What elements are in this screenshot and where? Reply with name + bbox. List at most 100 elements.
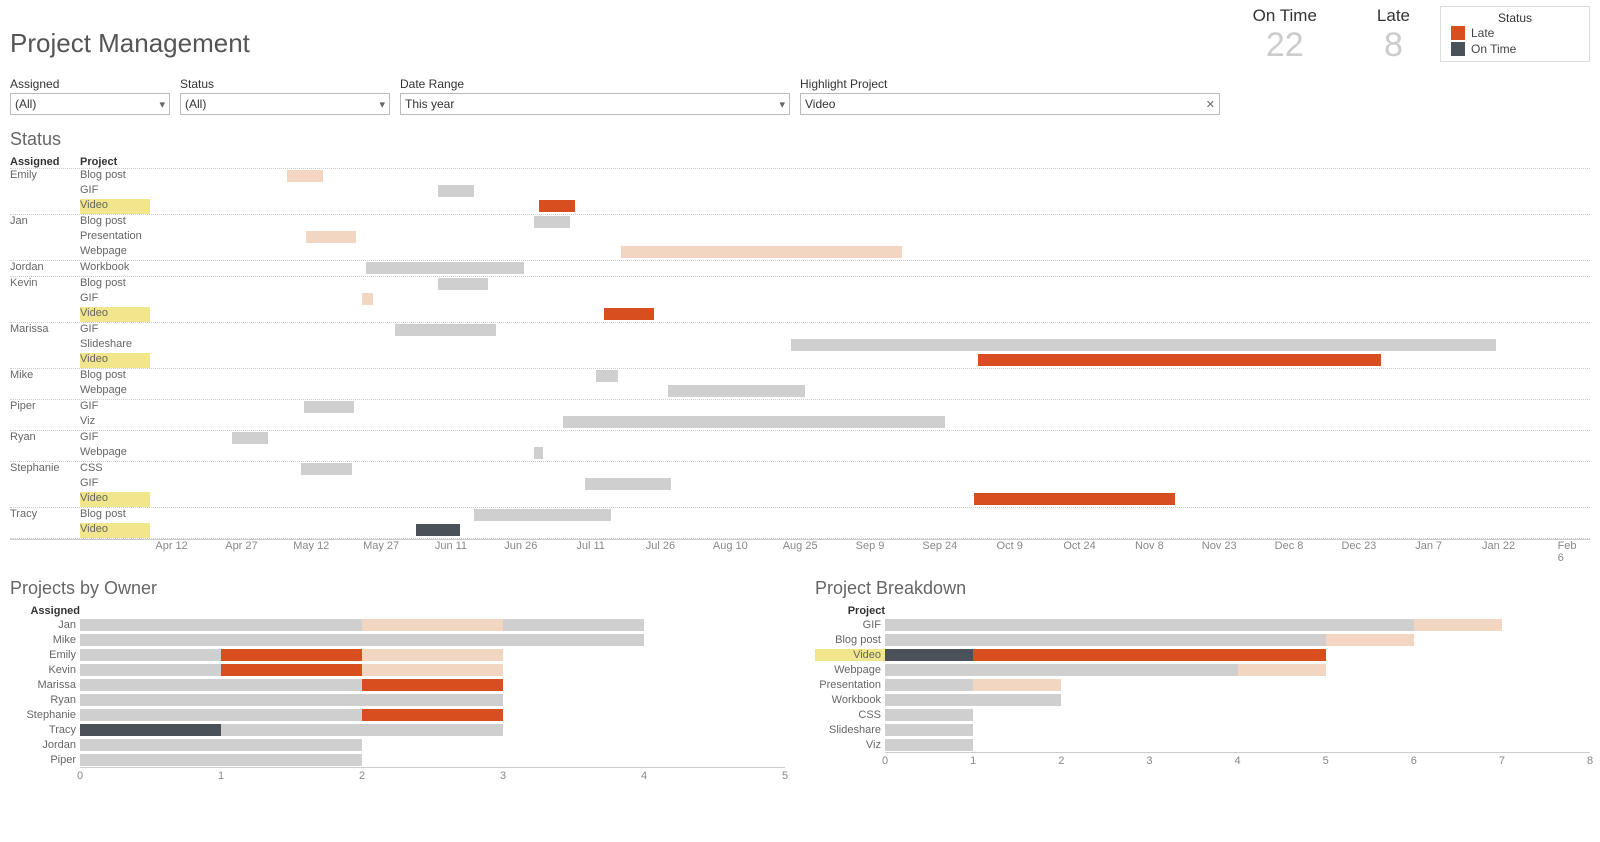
bar-segment[interactable] <box>362 709 503 721</box>
bar-row[interactable]: Piper <box>10 752 785 767</box>
bar-segment[interactable] <box>80 754 362 766</box>
bar-segment[interactable] <box>362 649 503 661</box>
gantt-bar[interactable] <box>301 463 351 475</box>
bar-segment[interactable] <box>362 679 503 691</box>
bar-segment[interactable] <box>80 634 644 646</box>
gantt-bar[interactable] <box>395 324 496 336</box>
gantt-chart[interactable]: EmilyBlog postGIFVideoJanBlog postPresen… <box>10 168 1590 540</box>
bar-row[interactable]: Ryan <box>10 692 785 707</box>
gantt-bar[interactable] <box>621 246 902 258</box>
gantt-bar[interactable] <box>304 401 354 413</box>
bar-segment[interactable] <box>80 664 221 676</box>
bar-row[interactable]: Viz <box>815 737 1590 752</box>
filter-highlight-project[interactable]: Video ✕ <box>800 93 1220 115</box>
gantt-bar[interactable] <box>668 385 805 397</box>
project-breakdown-chart[interactable]: GIFBlog postVideoWebpagePresentationWork… <box>815 617 1590 752</box>
gantt-row[interactable]: GIF <box>10 292 1590 307</box>
gantt-row[interactable]: GIF <box>10 477 1590 492</box>
gantt-row[interactable]: Slideshare <box>10 338 1590 353</box>
gantt-row[interactable]: JanBlog post <box>10 215 1590 230</box>
bar-segment[interactable] <box>973 649 1326 661</box>
gantt-bar[interactable] <box>604 308 654 320</box>
bar-segment[interactable] <box>1414 619 1502 631</box>
filter-assigned[interactable]: (All) ▾ <box>10 93 170 115</box>
bar-row[interactable]: Webpage <box>815 662 1590 677</box>
bar-row[interactable]: Video <box>815 647 1590 662</box>
gantt-row[interactable]: Webpage <box>10 384 1590 399</box>
legend-late[interactable]: Late <box>1451 25 1579 41</box>
gantt-bar[interactable] <box>534 447 543 459</box>
bar-row[interactable]: Jan <box>10 617 785 632</box>
bar-row[interactable]: Stephanie <box>10 707 785 722</box>
gantt-bar[interactable] <box>978 354 1381 366</box>
bar-segment[interactable] <box>885 649 973 661</box>
gantt-bar[interactable] <box>596 370 618 382</box>
gantt-row[interactable]: TracyBlog post <box>10 508 1590 523</box>
bar-segment[interactable] <box>362 619 503 631</box>
bar-segment[interactable] <box>80 724 221 736</box>
bar-row[interactable]: CSS <box>815 707 1590 722</box>
bar-row[interactable]: Marissa <box>10 677 785 692</box>
bar-row[interactable]: GIF <box>815 617 1590 632</box>
gantt-bar[interactable] <box>438 278 488 290</box>
bar-segment[interactable] <box>885 694 1061 706</box>
bar-segment[interactable] <box>885 634 1326 646</box>
gantt-bar[interactable] <box>438 185 474 197</box>
gantt-row[interactable]: Webpage <box>10 446 1590 461</box>
gantt-row[interactable]: JordanWorkbook <box>10 261 1590 276</box>
filter-date-range[interactable]: This year ▾ <box>400 93 790 115</box>
gantt-bar[interactable] <box>362 293 374 305</box>
bar-row[interactable]: Blog post <box>815 632 1590 647</box>
close-icon[interactable]: ✕ <box>1206 98 1215 111</box>
bar-segment[interactable] <box>80 694 503 706</box>
bar-row[interactable]: Tracy <box>10 722 785 737</box>
gantt-row[interactable]: GIF <box>10 184 1590 199</box>
bar-segment[interactable] <box>885 619 1414 631</box>
gantt-row[interactable]: RyanGIF <box>10 431 1590 446</box>
bar-segment[interactable] <box>885 679 973 691</box>
gantt-bar[interactable] <box>791 339 1497 351</box>
bar-segment[interactable] <box>80 739 362 751</box>
bar-segment[interactable] <box>80 649 221 661</box>
projects-by-owner-chart[interactable]: JanMikeEmilyKevinMarissaRyanStephanieTra… <box>10 617 785 767</box>
gantt-row[interactable]: Webpage <box>10 245 1590 260</box>
gantt-bar[interactable] <box>287 170 323 182</box>
bar-segment[interactable] <box>885 709 973 721</box>
gantt-bar[interactable] <box>585 478 671 490</box>
bar-segment[interactable] <box>503 619 644 631</box>
gantt-row[interactable]: Video <box>10 523 1590 538</box>
bar-row[interactable]: Presentation <box>815 677 1590 692</box>
gantt-row[interactable]: Video <box>10 307 1590 322</box>
gantt-bar[interactable] <box>416 524 459 536</box>
bar-row[interactable]: Mike <box>10 632 785 647</box>
gantt-row[interactable]: MarissaGIF <box>10 323 1590 338</box>
gantt-row[interactable]: PiperGIF <box>10 400 1590 415</box>
gantt-bar[interactable] <box>534 216 570 228</box>
gantt-row[interactable]: KevinBlog post <box>10 277 1590 292</box>
gantt-row[interactable]: Presentation <box>10 230 1590 245</box>
gantt-bar[interactable] <box>563 416 945 428</box>
bar-row[interactable]: Kevin <box>10 662 785 677</box>
gantt-bar[interactable] <box>306 231 356 243</box>
bar-segment[interactable] <box>80 709 362 721</box>
bar-segment[interactable] <box>80 619 362 631</box>
bar-segment[interactable] <box>885 664 1238 676</box>
legend-on-time[interactable]: On Time <box>1451 41 1579 57</box>
bar-segment[interactable] <box>973 679 1061 691</box>
bar-segment[interactable] <box>221 649 362 661</box>
gantt-bar[interactable] <box>974 493 1176 505</box>
gantt-row[interactable]: Video <box>10 492 1590 507</box>
gantt-row[interactable]: Video <box>10 199 1590 214</box>
bar-segment[interactable] <box>80 679 362 691</box>
gantt-bar[interactable] <box>232 432 268 444</box>
bar-row[interactable]: Emily <box>10 647 785 662</box>
bar-segment[interactable] <box>885 739 973 751</box>
gantt-bar[interactable] <box>539 200 575 212</box>
gantt-row[interactable]: MikeBlog post <box>10 369 1590 384</box>
bar-row[interactable]: Slideshare <box>815 722 1590 737</box>
bar-segment[interactable] <box>1238 664 1326 676</box>
gantt-bar[interactable] <box>474 509 611 521</box>
gantt-bar[interactable] <box>366 262 524 274</box>
bar-segment[interactable] <box>221 664 362 676</box>
gantt-row[interactable]: EmilyBlog post <box>10 169 1590 184</box>
